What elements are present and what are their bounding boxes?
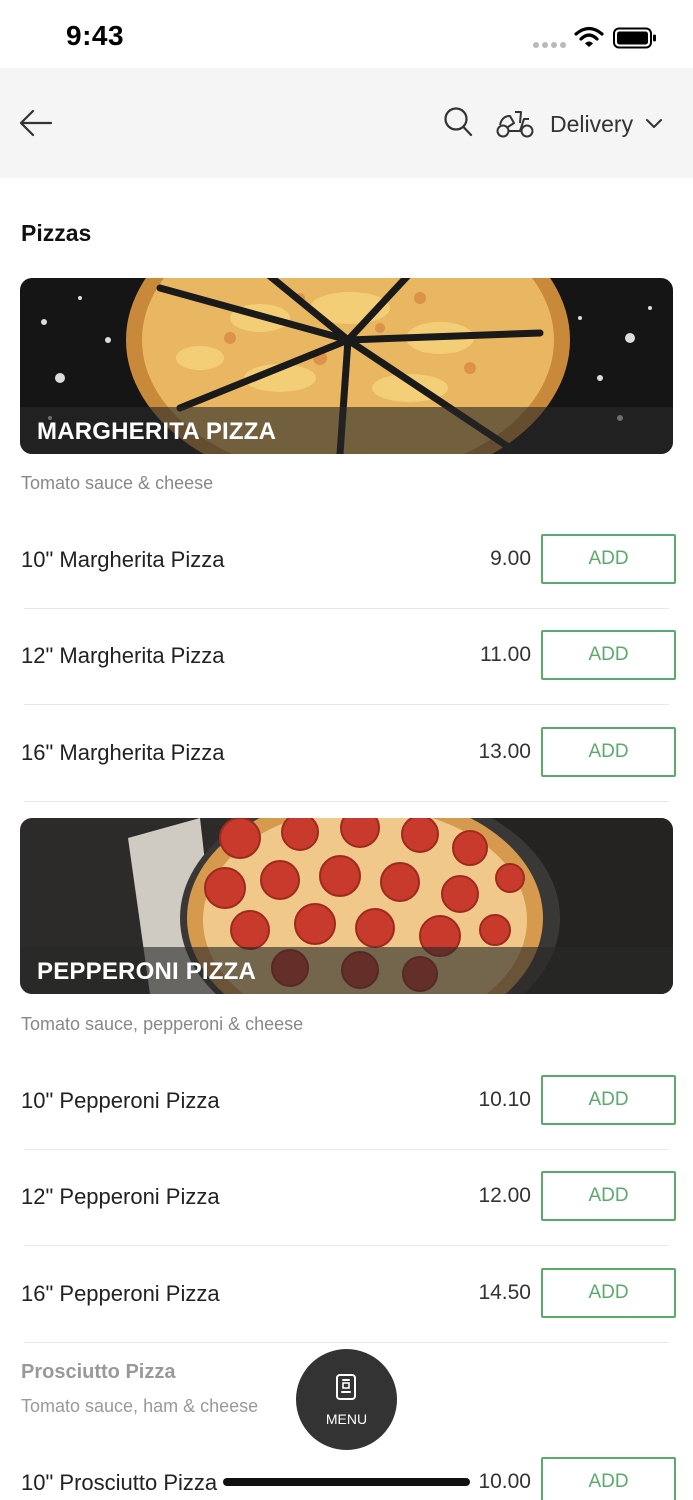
status-bar: 9:43 (0, 0, 693, 68)
chevron-down-icon (646, 119, 663, 128)
add-button[interactable]: ADD (541, 1075, 676, 1125)
divider (24, 1245, 669, 1246)
list-item: 16" Pepperoni Pizza 14.50 ADD (0, 1247, 693, 1343)
item-name: 10" Prosciutto Pizza (21, 1470, 218, 1495)
list-item: 10" Pepperoni Pizza 10.10 ADD (0, 1054, 693, 1150)
pepperoni-banner[interactable]: PEPPERONI PIZZA (20, 818, 673, 994)
item-name: 16" Margherita Pizza (21, 740, 225, 765)
item-name: 12" Margherita Pizza (21, 643, 225, 668)
status-time: 9:43 (66, 20, 125, 51)
delivery-mode-selector[interactable]: Delivery (496, 104, 663, 144)
battery-icon (613, 27, 656, 49)
delivery-label: Delivery (550, 110, 634, 137)
item-price: 12.00 (478, 1184, 531, 1207)
scooter-icon (496, 111, 534, 138)
wifi-icon (574, 26, 604, 47)
item-price: 13.00 (478, 740, 531, 763)
item-price: 10.10 (478, 1088, 531, 1111)
divider (24, 801, 669, 802)
item-name: 16" Pepperoni Pizza (21, 1281, 220, 1306)
divider (24, 704, 669, 705)
cellular-signal-icon (533, 42, 566, 48)
group-description: Tomato sauce, pepperoni & cheese (21, 1014, 304, 1034)
home-indicator[interactable] (223, 1478, 470, 1486)
list-item: 12" Margherita Pizza 11.00 ADD (0, 609, 693, 705)
banner-title: PEPPERONI PIZZA (37, 958, 257, 985)
group-description: Tomato sauce, ham & cheese (21, 1396, 259, 1416)
list-item: 12" Pepperoni Pizza 12.00 ADD (0, 1150, 693, 1246)
item-price: 11.00 (480, 643, 531, 666)
banner-title: MARGHERITA PIZZA (37, 418, 277, 445)
divider (24, 1342, 669, 1343)
item-price: 9.00 (490, 547, 531, 570)
item-name: 12" Pepperoni Pizza (21, 1184, 220, 1209)
add-button[interactable]: ADD (541, 534, 676, 584)
add-button[interactable]: ADD (541, 630, 676, 680)
item-name: 10" Margherita Pizza (21, 547, 225, 572)
item-price: 10.00 (478, 1470, 531, 1493)
menu-book-icon (336, 1374, 356, 1400)
group-title: Prosciutto Pizza (21, 1361, 176, 1383)
add-button[interactable]: ADD (541, 727, 676, 777)
search-icon[interactable] (442, 106, 474, 138)
add-button[interactable]: ADD (541, 1268, 676, 1318)
item-price: 14.50 (478, 1281, 531, 1304)
item-name: 10" Pepperoni Pizza (21, 1088, 220, 1113)
arrow-left-icon[interactable] (18, 105, 54, 141)
group-description: Tomato sauce & cheese (21, 473, 214, 493)
menu-fab-button[interactable]: MENU (296, 1349, 397, 1450)
add-button[interactable]: ADD (541, 1457, 676, 1500)
list-item: 10" Margherita Pizza 9.00 ADD (0, 513, 693, 609)
section-title: Pizzas (21, 220, 92, 246)
add-button[interactable]: ADD (541, 1171, 676, 1221)
list-item: 16" Margherita Pizza 13.00 ADD (0, 706, 693, 802)
margherita-banner[interactable]: MARGHERITA PIZZA (20, 278, 673, 454)
menu-fab-label: MENU (325, 1411, 368, 1427)
